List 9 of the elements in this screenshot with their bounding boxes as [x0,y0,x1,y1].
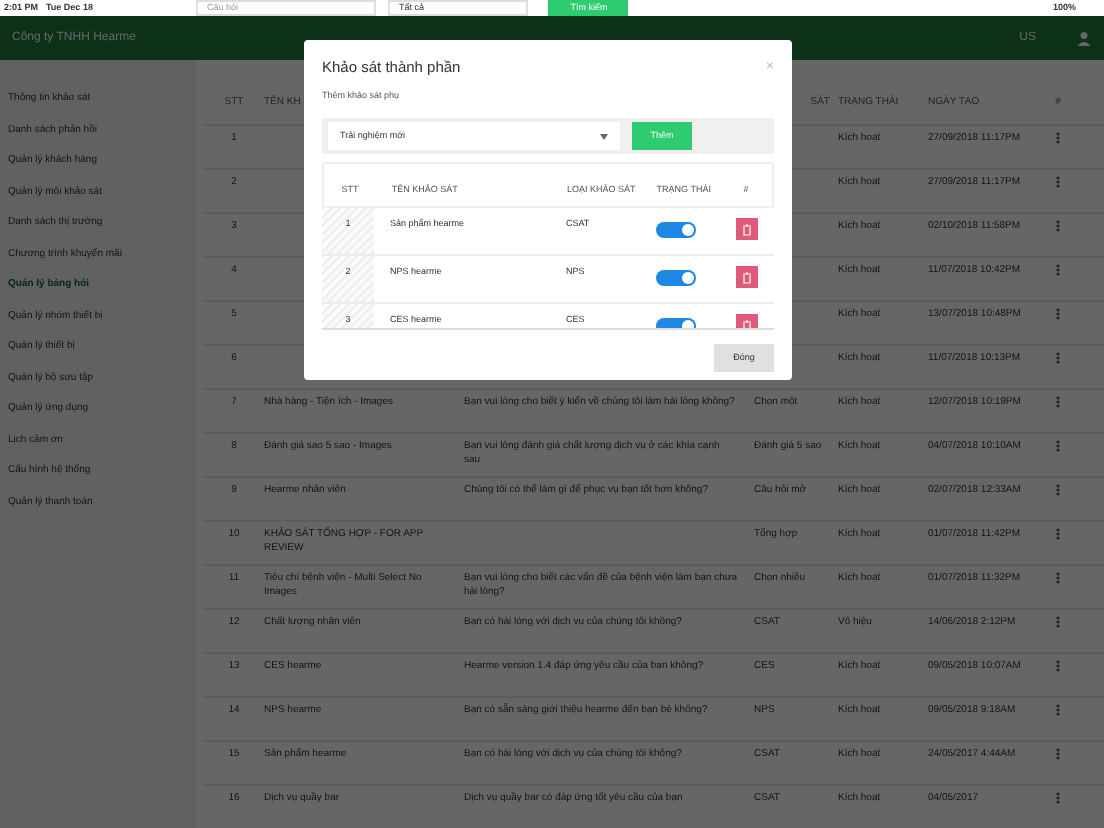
delete-button[interactable] [735,266,757,288]
caret-icon [600,133,608,139]
delete-button[interactable] [735,218,757,240]
trash-icon [741,223,751,235]
trash-icon [741,271,751,283]
status-toggle[interactable] [656,222,696,238]
trash-icon [741,319,751,328]
status-toggle[interactable] [656,270,696,286]
user-icon[interactable] [1076,30,1092,46]
